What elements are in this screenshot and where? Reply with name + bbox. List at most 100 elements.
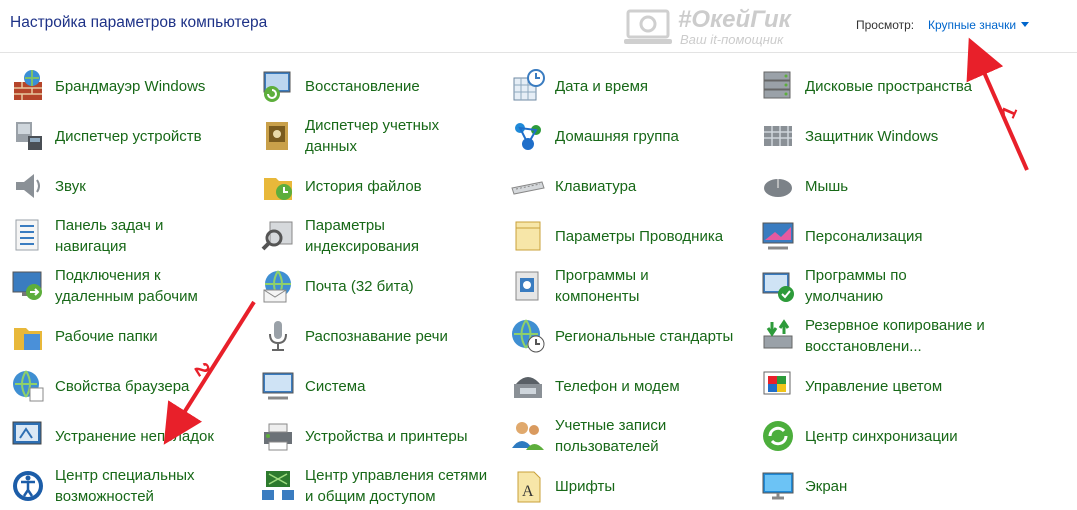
control-panel-item[interactable]: Параметры Проводника [500,212,740,260]
indexing-icon [260,218,296,254]
ease-of-access-icon [10,468,46,504]
control-panel-item-label: Экран [805,477,848,495]
control-panel-item[interactable]: Диспетчер учетных данных [250,112,490,160]
control-panel-item-label: Центр синхронизации [805,427,958,445]
mail-icon [260,268,296,304]
control-panel-item-label: Подключения к удаленным рабочим [55,267,198,305]
troubleshooting-icon [10,418,46,454]
chevron-down-icon [1021,22,1030,27]
control-panel-item[interactable]: Центр специальных возможностей [0,462,240,510]
control-panel-item[interactable]: Домашняя группа [500,112,740,160]
control-panel-item-label: Устранение неполадок [55,427,214,445]
control-panel-item-label: Центр управления сетями и общим доступом [305,467,488,505]
internet-options-icon [10,368,46,404]
control-panel-item[interactable]: Персонализация [750,212,990,260]
default-programs-icon [760,268,796,304]
control-panel-item-label: Резервное копирование и восстановлени... [805,317,985,355]
control-panel-item[interactable]: Устройства и принтеры [250,412,490,460]
control-panel-item[interactable]: Учетные записи пользователей [500,412,740,460]
control-panel-item[interactable]: Панель задач и навигация [0,212,240,260]
control-panel-item[interactable]: История файлов [250,162,490,210]
control-panel-item[interactable]: Центр синхронизации [750,412,990,460]
region-icon [510,318,546,354]
control-panel-item[interactable]: Почта (32 бита) [250,262,490,310]
view-mode-dropdown[interactable]: Крупные значки [928,18,1030,32]
control-panel-item[interactable]: Экран [750,462,990,510]
control-panel-item[interactable]: Рабочие папки [0,312,240,360]
keyboard-icon [510,168,546,204]
control-panel-item[interactable]: Дисковые пространства [750,62,990,110]
control-panel-item-label: Рабочие папки [55,327,158,345]
control-panel-item-label: Программы по умолчанию [805,267,907,305]
speaker-icon [10,168,46,204]
control-panel-item[interactable]: Мышь [750,162,990,210]
printer-icon [260,418,296,454]
control-panel-item[interactable]: Управление цветом [750,362,990,410]
control-panel-item-label: Клавиатура [555,177,637,195]
control-panel-item-label: Телефон и модем [555,377,680,395]
storage-spaces-icon [760,68,796,104]
mouse-icon [760,168,796,204]
remote-desktop-icon [10,268,46,304]
control-panel-item-label: Программы и компоненты [555,267,649,305]
watermark-subtitle: Ваш it-помощник [680,32,784,47]
control-panel-item[interactable]: Программы и компоненты [500,262,740,310]
explorer-options-icon [510,218,546,254]
taskbar-icon [10,218,46,254]
control-panel-item[interactable]: Телефон и модем [500,362,740,410]
work-folders-icon [10,318,46,354]
arrow-1-label: 1 [998,103,1023,122]
control-panel-item-label: Система [305,377,366,395]
control-panel-item-label: Дата и время [555,77,649,95]
defender-icon [760,118,796,154]
recovery-icon [260,68,296,104]
control-panel-item[interactable]: Подключения к удаленным рабочим [0,262,240,310]
control-panel-item-label: Диспетчер устройств [55,127,202,145]
file-history-icon [260,168,296,204]
page-title: Настройка параметров компьютера [10,14,268,31]
control-panel-item[interactable]: Распознавание речи [250,312,490,360]
control-panel-item[interactable]: Устранение неполадок [0,412,240,460]
control-panel-item[interactable]: Программы по умолчанию [750,262,990,310]
control-panel-item-label: Домашняя группа [555,127,679,145]
svg-text:A: A [522,483,534,500]
control-panel-item[interactable]: Диспетчер устройств [0,112,240,160]
view-mode-value: Крупные значки [928,18,1017,32]
watermark: #ОкейГик Ваш it-помощник [620,6,830,50]
personalization-icon [760,218,796,254]
control-panel-item[interactable]: Резервное копирование и восстановлени... [750,312,990,360]
control-panel-item-label: История файлов [305,177,422,195]
control-panel-item-label: Свойства браузера [55,377,190,395]
control-panel-item-label: Учетные записи пользователей [555,417,667,455]
control-panel-item[interactable]: Система [250,362,490,410]
control-panel-item[interactable]: A Шрифты [500,462,740,510]
fonts-icon: A [510,468,546,504]
control-panel-item[interactable]: Свойства браузера [0,362,240,410]
header: Настройка параметров компьютера #ОкейГик… [0,0,1077,53]
control-panel-item[interactable]: Клавиатура [500,162,740,210]
control-panel-item-label: Панель задач и навигация [55,217,164,255]
control-panel-item-label: Устройства и принтеры [305,427,468,445]
view-label: Просмотр: [856,18,915,32]
firewall-icon [10,68,46,104]
sync-center-icon [760,418,796,454]
control-panel-item-label: Диспетчер учетных данных [305,117,440,155]
system-icon [260,368,296,404]
control-panel-item[interactable]: Параметры индексирования [250,212,490,260]
control-panel-item[interactable]: Дата и время [500,62,740,110]
control-panel-item[interactable]: Восстановление [250,62,490,110]
user-accounts-icon [510,418,546,454]
control-panel-item-label: Управление цветом [805,377,943,395]
watermark-title: #ОкейГик [678,6,791,33]
control-panel-item[interactable]: Защитник Windows [750,112,990,160]
control-panel-item[interactable]: Брандмауэр Windows [0,62,240,110]
control-panel-item[interactable]: Звук [0,162,240,210]
credential-manager-icon [260,118,296,154]
color-management-icon [760,368,796,404]
control-panel-item-label: Почта (32 бита) [305,277,414,295]
control-panel-item[interactable]: Центр управления сетями и общим доступом [250,462,490,510]
control-panel-item[interactable]: Региональные стандарты [500,312,740,360]
control-panel-item-label: Шрифты [555,477,616,495]
control-panel-item-label: Параметры Проводника [555,227,724,245]
control-panel-item-label: Восстановление [305,77,420,95]
